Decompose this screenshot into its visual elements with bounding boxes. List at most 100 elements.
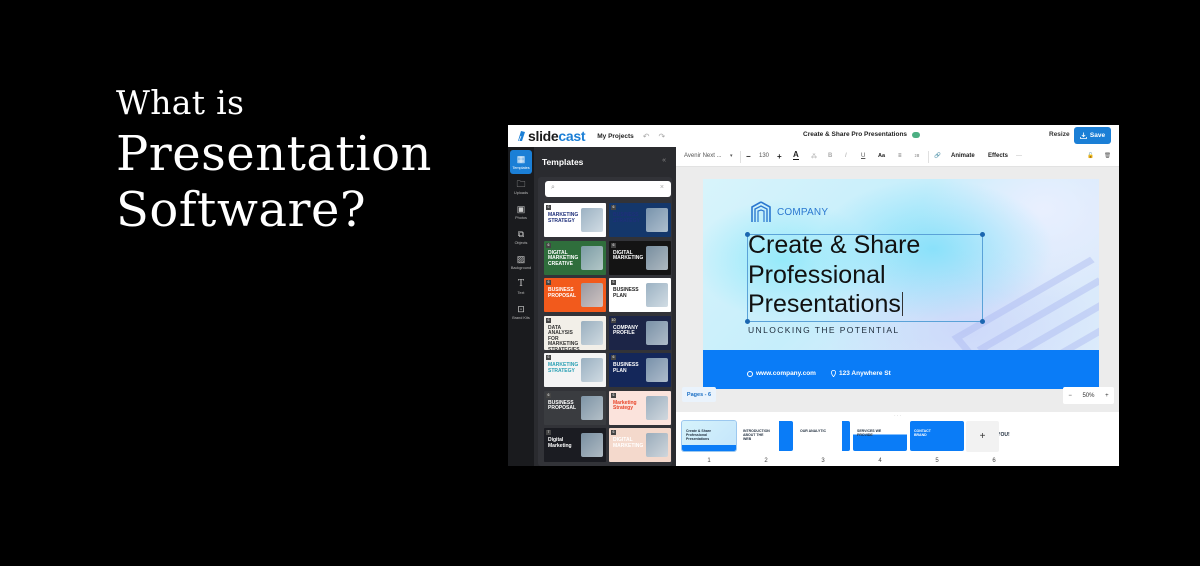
cloud-saved-icon — [912, 131, 921, 138]
page-thumbnail-caption: CONTACT BRAND — [914, 429, 931, 437]
zoom-control: − 50% + — [1063, 387, 1114, 404]
lock-icon[interactable]: 🔓 — [1087, 153, 1094, 159]
template-title: COMPANY PROFILE — [613, 324, 639, 336]
my-projects-link[interactable]: My Projects — [597, 133, 634, 140]
template-thumbnail[interactable]: 6 MARKETING STRATEGY — [544, 203, 606, 237]
template-thumbnail[interactable]: 6 DATA ANALYSIS FOR MARKETING STRATEGIES — [544, 315, 606, 350]
effects-button[interactable]: Effects — [988, 153, 1008, 159]
text-color-button[interactable]: A — [793, 151, 799, 160]
template-image — [646, 283, 668, 307]
address-item: 123 Anywhere St — [831, 370, 891, 377]
delete-icon[interactable]: 🗑 — [1104, 153, 1111, 159]
text-effects-icon[interactable]: ⁂ — [811, 153, 817, 160]
resize-handle[interactable] — [980, 232, 985, 237]
font-size-input[interactable]: 130 — [759, 153, 769, 159]
slide-subtitle[interactable]: UNLOCKING THE POTENTIAL — [748, 325, 900, 335]
animate-button[interactable]: Animate — [951, 153, 975, 159]
line-spacing-button[interactable]: ↕≡ — [914, 153, 919, 159]
resize-handle[interactable] — [980, 319, 985, 324]
template-title: DIGITAL MARKETING — [613, 437, 644, 449]
page-number: 6 — [992, 458, 996, 464]
template-title: DIGITAL MARKETING CREATIVE — [548, 249, 579, 267]
zoom-level[interactable]: 50% — [1082, 393, 1094, 399]
template-thumbnail[interactable]: 7 Digital Marketing — [544, 428, 606, 462]
template-image — [581, 245, 603, 270]
globe-icon — [747, 370, 753, 377]
bold-button[interactable]: B — [828, 153, 832, 159]
template-thumbnail[interactable]: 6 BUSINESS PROPOSAL — [544, 278, 606, 312]
slide-title[interactable]: Create & Share Professional Presentation… — [748, 231, 920, 320]
italic-button[interactable]: I — [845, 153, 847, 159]
templates-panel: Templates « ⌕ × 6 MARKETING STRATEGY 6 BUSI… — [534, 147, 676, 466]
address-text: 123 Anywhere St — [839, 370, 891, 377]
underline-button[interactable]: U — [861, 153, 865, 159]
rail-item-uploads[interactable]: 🗀 Uploads — [508, 175, 534, 199]
page-thumbnail-caption: INTRODUCTION ABOUT THE WEB — [743, 429, 770, 441]
add-page-button[interactable]: + — [966, 421, 999, 452]
redo-icon[interactable]: ↷ — [658, 132, 665, 141]
slide-footer[interactable]: www.company.com 123 Anywhere St — [703, 350, 1099, 389]
resize-button[interactable]: Resize — [1049, 131, 1070, 138]
page-thumbnail[interactable]: CONTACT BRAND — [910, 421, 964, 451]
text-cursor — [901, 292, 903, 316]
font-family-select[interactable]: Avenir Next ... — [684, 153, 722, 159]
template-page-count: 6 — [611, 205, 616, 210]
template-image — [581, 358, 603, 382]
page-thumbnail[interactable]: INTRODUCTION ABOUT THE WEB — [739, 421, 793, 451]
divider — [928, 151, 929, 163]
page-thumbnail[interactable]: Create & Share Professional Presentation… — [681, 420, 737, 452]
template-thumbnail[interactable]: 6 BUSINESS PLAN — [609, 278, 671, 312]
save-button[interactable]: Save — [1074, 127, 1111, 144]
page-number: 1 — [707, 458, 711, 464]
rail-item-objects[interactable]: ⧉ Objects — [508, 225, 534, 249]
folder-icon: 🗀 — [516, 179, 526, 189]
template-thumbnail[interactable]: 6 DIGITAL MARKETING — [609, 240, 671, 275]
template-thumbnail[interactable]: 6 DIGITAL MARKETING CREATIVE — [544, 240, 606, 275]
collapse-panel-icon[interactable]: « — [662, 157, 666, 164]
divider — [740, 151, 741, 163]
increase-font-size-button[interactable]: + — [777, 152, 782, 161]
company-brand[interactable]: COMPANY — [751, 201, 828, 223]
zoom-in-icon[interactable]: + — [1105, 393, 1109, 399]
rail-item-templates[interactable]: ▦ Templates — [510, 150, 532, 174]
zoom-out-icon[interactable]: − — [1068, 393, 1072, 399]
template-thumbnail[interactable]: 6 MARKETING STRATEGY — [544, 353, 606, 387]
template-page-count: 6 — [546, 317, 551, 323]
rail-item-background[interactable]: ▨ Background — [508, 250, 534, 274]
decrease-font-size-button[interactable]: − — [746, 152, 751, 161]
slide-canvas[interactable]: COMPANY Create & Share Professional Pres… — [703, 179, 1099, 389]
rail-item-photos[interactable]: ▣ Photos — [508, 200, 534, 224]
template-thumbnail[interactable]: 6 BUSINESS STRATEGY — [609, 203, 671, 237]
slide-title-line: Professional — [748, 260, 886, 289]
website-text: www.company.com — [756, 370, 816, 377]
clear-search-icon[interactable]: × — [660, 184, 664, 191]
slidecast-editor-window: slidecast My Projects ↶ ↷ Create & Share… — [508, 125, 1119, 466]
document-title[interactable]: Create & Share Pro Presentations — [803, 131, 921, 138]
page-thumbnail[interactable]: OUR ANALYTIC — [796, 421, 850, 451]
template-thumbnail[interactable]: 6 BUSINESS PROPOSAL — [544, 390, 606, 425]
align-button[interactable]: ≡ — [898, 153, 902, 159]
letter-case-button[interactable]: Aa — [878, 153, 885, 159]
template-thumbnail[interactable]: 10 COMPANY PROFILE — [609, 315, 671, 350]
rail-item-text[interactable]: T Text — [508, 275, 534, 299]
rail-item-brand-kits[interactable]: ⊡ Brand Kits — [508, 300, 534, 324]
template-thumbnail[interactable]: 6 BUSINESS PLAN — [609, 353, 671, 387]
link-icon[interactable]: 🔗 — [934, 153, 941, 159]
more-options-icon[interactable]: ··· — [1016, 153, 1022, 159]
template-title: Marketing Strategy — [613, 399, 637, 411]
template-image — [646, 208, 668, 232]
templates-search-input[interactable]: ⌕ × — [545, 181, 671, 197]
slidecast-logo[interactable]: slidecast — [517, 128, 586, 144]
template-image — [646, 433, 668, 457]
undo-icon[interactable]: ↶ — [643, 132, 650, 141]
template-thumbnail[interactable]: 6 Marketing Strategy — [609, 390, 671, 425]
strip-resize-handle[interactable]: ··· — [894, 413, 902, 419]
pattern-icon: ▨ — [516, 254, 526, 264]
page-thumbnail[interactable]: SERVICES WE PROVIDE — [853, 421, 907, 451]
template-thumbnail[interactable]: 6 DIGITAL MARKETING — [609, 428, 671, 462]
slide-title-line: Presentations — [748, 290, 901, 318]
text-icon: T — [517, 279, 524, 289]
resize-handle[interactable] — [745, 319, 750, 324]
chevron-down-icon[interactable]: ▾ — [730, 153, 733, 159]
pages-count-button[interactable]: Pages - 6 — [682, 387, 716, 402]
